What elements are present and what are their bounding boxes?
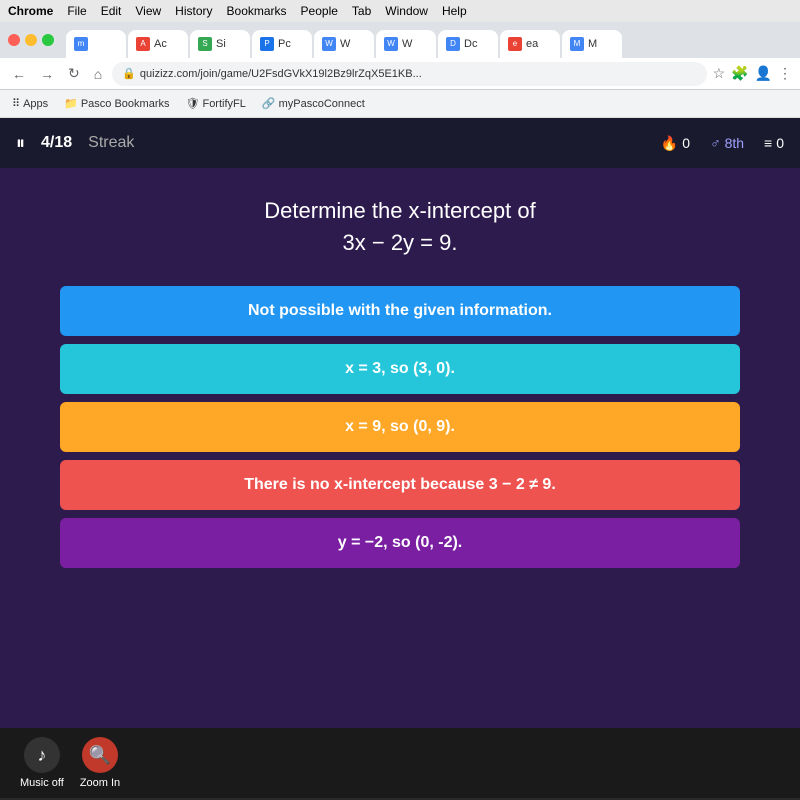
menu-edit[interactable]: Edit — [101, 4, 122, 18]
question-line2: 3x − 2y = 9. — [264, 230, 535, 256]
menu-help[interactable]: Help — [442, 4, 467, 18]
streak-value: 0 — [682, 135, 690, 151]
mypasco-label: myPascoConnect — [279, 98, 365, 110]
chrome-window: m A Ac S Si P Pc W W W W D — [0, 22, 800, 798]
tab-dc[interactable]: D Dc — [438, 30, 498, 58]
minimize-button[interactable] — [25, 34, 37, 46]
bookmarks-bar: ⠿ Apps 📁 Pasco Bookmarks 🛡 FortifyFL 🔗 m… — [0, 90, 800, 118]
score-value: 0 — [776, 135, 784, 151]
address-icons: ☆ 🧩 👤 ⋮ — [713, 65, 792, 82]
streak-icon: 🔥 — [661, 135, 678, 152]
tab-icon-ea: e — [508, 37, 522, 51]
tab-icon-m2: M — [570, 37, 584, 51]
app-name: Chrome — [8, 4, 53, 18]
url-text: quizizz.com/join/game/U2FsdGVkX19l2Bz9lr… — [140, 68, 422, 80]
tab-icon-w1: W — [322, 37, 336, 51]
music-button[interactable]: ♪ Music off — [20, 737, 64, 789]
fortify-label: FortifyFL — [202, 98, 245, 110]
menu-file[interactable]: File — [67, 4, 86, 18]
tab-ac[interactable]: A Ac — [128, 30, 188, 58]
more-icon[interactable]: ⋮ — [778, 65, 792, 82]
tab-icon-pc: P — [260, 37, 274, 51]
bookmark-pasco[interactable]: 📁 Pasco Bookmarks — [60, 95, 173, 112]
answer-button-e[interactable]: y = −2, so (0, -2). — [60, 518, 740, 568]
zoom-button[interactable]: 🔍 — [82, 737, 118, 773]
answer-button-d[interactable]: There is no x-intercept because 3 − 2 ≠ … — [60, 460, 740, 510]
menu-people[interactable]: People — [301, 4, 338, 18]
menu-bookmarks[interactable]: Bookmarks — [227, 4, 287, 18]
streak-count-display: 🔥 0 — [661, 135, 690, 152]
menu-window[interactable]: Window — [385, 4, 428, 18]
zoom-wrapper: 🔍 Zoom In — [80, 737, 120, 789]
reload-button[interactable]: ↻ — [64, 63, 84, 84]
score-badge: ≡ 0 — [764, 135, 784, 151]
quizizz-content: ⏸ 4/18 Streak 🔥 0 ♂ 8th ≡ 0 — [0, 118, 800, 798]
apps-label: Apps — [23, 98, 48, 110]
profile-icon[interactable]: 👤 — [755, 65, 772, 82]
tab-icon-dc: D — [446, 37, 460, 51]
answer-button-c[interactable]: x = 9, so (0, 9). — [60, 402, 740, 452]
chrome-titlebar: m A Ac S Si P Pc W W W W D — [0, 22, 800, 58]
tab-pc[interactable]: P Pc — [252, 30, 312, 58]
question-counter: 4/18 — [41, 134, 72, 152]
mac-menubar: Chrome File Edit View History Bookmarks … — [0, 0, 800, 22]
tab-bar: m A Ac S Si P Pc W W W W D — [62, 22, 792, 58]
grade-badge: ♂ 8th — [710, 135, 744, 151]
tab-m2[interactable]: M M — [562, 30, 622, 58]
pause-button[interactable]: ⏸ — [16, 133, 25, 154]
tab-icon-m: m — [74, 37, 88, 51]
traffic-lights — [8, 34, 54, 46]
star-icon[interactable]: ☆ — [713, 65, 726, 82]
tab-w2[interactable]: W W — [376, 30, 436, 58]
answer-button-b[interactable]: x = 3, so (3, 0). — [60, 344, 740, 394]
home-button[interactable]: ⌂ — [90, 64, 106, 84]
streak-label: Streak — [88, 134, 134, 152]
forward-button[interactable]: → — [36, 64, 58, 84]
back-button[interactable]: ← — [8, 64, 30, 84]
maximize-button[interactable] — [42, 34, 54, 46]
bookmark-fortify[interactable]: 🛡 FortifyFL — [182, 95, 250, 112]
close-button[interactable] — [8, 34, 20, 46]
pasco-label: Pasco Bookmarks — [81, 98, 170, 110]
lock-icon: 🔒 — [122, 67, 136, 80]
zoom-icon: 🔍 — [89, 745, 111, 766]
tab-w1[interactable]: W W — [314, 30, 374, 58]
menu-history[interactable]: History — [175, 4, 212, 18]
quiz-main: Determine the x-intercept of 3x − 2y = 9… — [0, 168, 800, 728]
bottom-bar: ♪ Music off 🔍 Zoom In — [0, 728, 800, 798]
music-icon: ♪ — [24, 737, 60, 773]
folder-icon: 📁 — [64, 97, 78, 110]
grade-text: 8th — [725, 135, 744, 151]
bookmark-apps[interactable]: ⠿ Apps — [8, 95, 52, 112]
tab-ea[interactable]: e ea — [500, 30, 560, 58]
question-text: Determine the x-intercept of 3x − 2y = 9… — [264, 198, 535, 256]
extensions-icon[interactable]: 🧩 — [731, 65, 748, 82]
quizizz-header: ⏸ 4/18 Streak 🔥 0 ♂ 8th ≡ 0 — [0, 118, 800, 168]
fortify-icon: 🛡 — [186, 97, 200, 110]
zoom-label: Zoom In — [80, 777, 120, 789]
address-input[interactable]: 🔒 quizizz.com/join/game/U2FsdGVkX19l2Bz9… — [112, 62, 706, 86]
tab-m[interactable]: m — [66, 30, 126, 58]
apps-icon: ⠿ — [12, 97, 20, 110]
header-right: 🔥 0 ♂ 8th ≡ 0 — [661, 135, 784, 152]
menu-tab[interactable]: Tab — [352, 4, 371, 18]
tab-icon-w2: W — [384, 37, 398, 51]
tab-si[interactable]: S Si — [190, 30, 250, 58]
address-bar: ← → ↻ ⌂ 🔒 quizizz.com/join/game/U2FsdGVk… — [0, 58, 800, 90]
score-icon: ≡ — [764, 135, 772, 151]
answers-container: Not possible with the given information.… — [60, 286, 740, 568]
tab-icon-ac: A — [136, 37, 150, 51]
answer-button-a[interactable]: Not possible with the given information. — [60, 286, 740, 336]
music-label: Music off — [20, 777, 64, 789]
menu-view[interactable]: View — [135, 4, 161, 18]
question-line1: Determine the x-intercept of — [264, 198, 535, 224]
bookmark-mypasco[interactable]: 🔗 myPascoConnect — [258, 95, 369, 112]
mypasco-icon: 🔗 — [262, 97, 276, 110]
grade-icon: ♂ — [710, 135, 721, 151]
tab-icon-si: S — [198, 37, 212, 51]
